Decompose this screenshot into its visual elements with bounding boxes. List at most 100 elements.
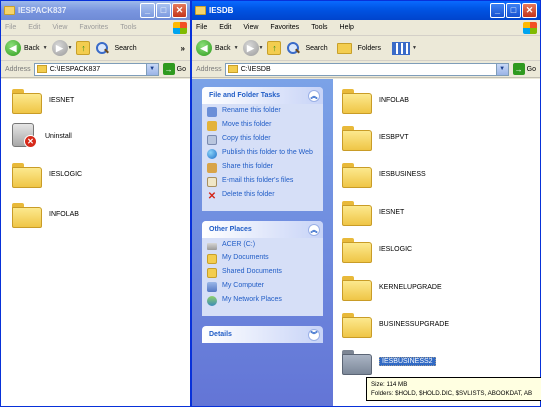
list-item[interactable]: INFOLAB	[341, 87, 409, 114]
back-button-label[interactable]: Back	[24, 45, 40, 52]
menu-edit[interactable]: Edit	[219, 24, 231, 31]
menu-file[interactable]: File	[196, 24, 207, 31]
menu-help[interactable]: Help	[340, 24, 354, 31]
views-icon[interactable]	[392, 41, 410, 55]
uninstall-icon: ✕	[9, 121, 39, 151]
menu-tools[interactable]: Tools	[311, 24, 327, 31]
collapse-chevron-icon[interactable]: ︽	[308, 89, 320, 102]
place-shared-documents[interactable]: Shared Documents	[207, 268, 319, 278]
place-label: Shared Documents	[222, 268, 282, 275]
place-label: My Computer	[222, 282, 265, 289]
list-item[interactable]: KERNELUPGRADE	[341, 274, 442, 301]
back-arrow-icon[interactable]: ◀	[5, 40, 21, 56]
list-item-selected[interactable]: IESBUSINESS2	[341, 348, 436, 375]
place-my-computer[interactable]: My Computer	[207, 282, 319, 292]
folder-icon	[36, 65, 47, 73]
address-label: Address	[5, 65, 31, 73]
item-label: IESBPVT	[379, 133, 409, 141]
expand-chevron-icon[interactable]: ︾	[308, 328, 320, 341]
list-item[interactable]: ✕ Uninstall	[9, 121, 72, 151]
task-delete-folder[interactable]: ✕ Delete this folder	[207, 191, 319, 202]
panel-header[interactable]: File and Folder Tasks ︽	[202, 87, 323, 104]
back-arrow-icon[interactable]: ◀	[196, 40, 212, 56]
list-item[interactable]: IESNET	[341, 199, 405, 226]
menu-bar: File Edit View Favorites Tools Help	[192, 20, 540, 36]
forward-dropdown-icon[interactable]: ▼	[259, 45, 264, 51]
close-button[interactable]: ✕	[522, 3, 537, 18]
folders-icon[interactable]	[336, 42, 352, 54]
address-dropdown-icon[interactable]: ▼	[146, 62, 159, 76]
forward-arrow-icon[interactable]: ▶	[51, 40, 68, 56]
item-label: IESNET	[49, 96, 75, 104]
task-copy-folder[interactable]: Copy this folder	[207, 135, 319, 145]
place-acer-drive[interactable]: ACER (C:)	[207, 241, 319, 250]
list-item[interactable]: IESNET	[11, 87, 75, 114]
place-my-documents[interactable]: My Documents	[207, 254, 319, 264]
folder-icon	[341, 161, 372, 188]
folder-icon	[195, 6, 206, 15]
task-move-folder[interactable]: Move this folder	[207, 121, 319, 131]
item-label: IESBUSINESS	[379, 170, 426, 178]
maximize-button[interactable]: □	[506, 3, 521, 18]
menu-file[interactable]: File	[5, 24, 16, 31]
maximize-button[interactable]: □	[156, 3, 171, 18]
share-icon	[207, 163, 217, 173]
item-label: IESNET	[379, 208, 405, 216]
go-button[interactable]: → Go	[512, 63, 536, 75]
task-share-folder[interactable]: Share this folder	[207, 163, 319, 173]
back-button-label[interactable]: Back	[215, 45, 231, 52]
task-label: Rename this folder	[222, 107, 281, 114]
forward-dropdown-icon[interactable]: ▼	[68, 45, 73, 51]
collapse-chevron-icon[interactable]: ︽	[308, 223, 320, 236]
item-label: Uninstall	[45, 132, 72, 140]
search-icon[interactable]	[95, 41, 109, 55]
item-label: IESBUSINESS2	[379, 356, 436, 366]
list-item[interactable]: IESBUSINESS	[341, 161, 426, 188]
toolbar-overflow-icon[interactable]: »	[181, 44, 185, 53]
search-button-label[interactable]: Search	[114, 45, 136, 52]
go-button[interactable]: → Go	[162, 63, 186, 75]
title-bar[interactable]: IESDB _ □ ✕	[192, 1, 540, 20]
menu-view[interactable]: View	[243, 24, 258, 31]
address-dropdown-icon[interactable]: ▼	[496, 62, 509, 76]
place-label: My Documents	[222, 254, 269, 261]
list-item[interactable]: BUSINESSUPGRADE	[341, 311, 449, 338]
task-email-files[interactable]: E-mail this folder's files	[207, 177, 319, 187]
panel-header[interactable]: Other Places ︽	[202, 221, 323, 238]
network-icon	[207, 296, 217, 306]
place-my-network[interactable]: My Network Places	[207, 296, 319, 306]
address-bar: Address C:\IESDB ▼ → Go	[192, 61, 540, 78]
search-icon[interactable]	[286, 41, 300, 55]
task-rename-folder[interactable]: Rename this folder	[207, 107, 319, 117]
panel-header[interactable]: Details ︾	[202, 326, 323, 343]
menu-favorites[interactable]: Favorites	[79, 24, 108, 31]
menu-edit[interactable]: Edit	[28, 24, 40, 31]
minimize-button[interactable]: _	[140, 3, 155, 18]
folder-up-icon[interactable]: ↑	[76, 41, 91, 55]
list-item[interactable]: IESLOGIC	[11, 161, 82, 188]
search-button-label[interactable]: Search	[305, 45, 327, 52]
menu-favorites[interactable]: Favorites	[270, 24, 299, 31]
title-bar[interactable]: IESPACK837 _ □ ✕	[1, 1, 190, 20]
forward-arrow-icon[interactable]: ▶	[242, 40, 259, 56]
close-button[interactable]: ✕	[172, 3, 187, 18]
list-item[interactable]: IESLOGIC	[341, 236, 412, 263]
menu-tools[interactable]: Tools	[120, 24, 136, 31]
list-item[interactable]: IESBPVT	[341, 124, 409, 151]
list-item[interactable]: INFOLAB	[11, 201, 79, 228]
menu-view[interactable]: View	[52, 24, 67, 31]
toolbar: ◀ Back ▼ ▶ ▼ ↑ Search »	[1, 36, 190, 61]
task-publish-web[interactable]: Publish this folder to the Web	[207, 149, 319, 159]
minimize-button[interactable]: _	[490, 3, 505, 18]
back-dropdown-icon[interactable]: ▼	[43, 45, 48, 51]
folder-icon	[341, 87, 372, 114]
address-input[interactable]: C:\IESPACK837	[33, 62, 147, 76]
go-label: Go	[176, 65, 186, 73]
folder-icon	[11, 161, 42, 188]
folders-button-label[interactable]: Folders	[358, 45, 381, 52]
address-input[interactable]: C:\IESDB	[224, 62, 497, 76]
details-panel: Details ︾	[202, 326, 323, 343]
folder-up-icon[interactable]: ↑	[267, 41, 282, 55]
views-dropdown-icon[interactable]: ▼	[412, 45, 417, 51]
back-dropdown-icon[interactable]: ▼	[234, 45, 239, 51]
